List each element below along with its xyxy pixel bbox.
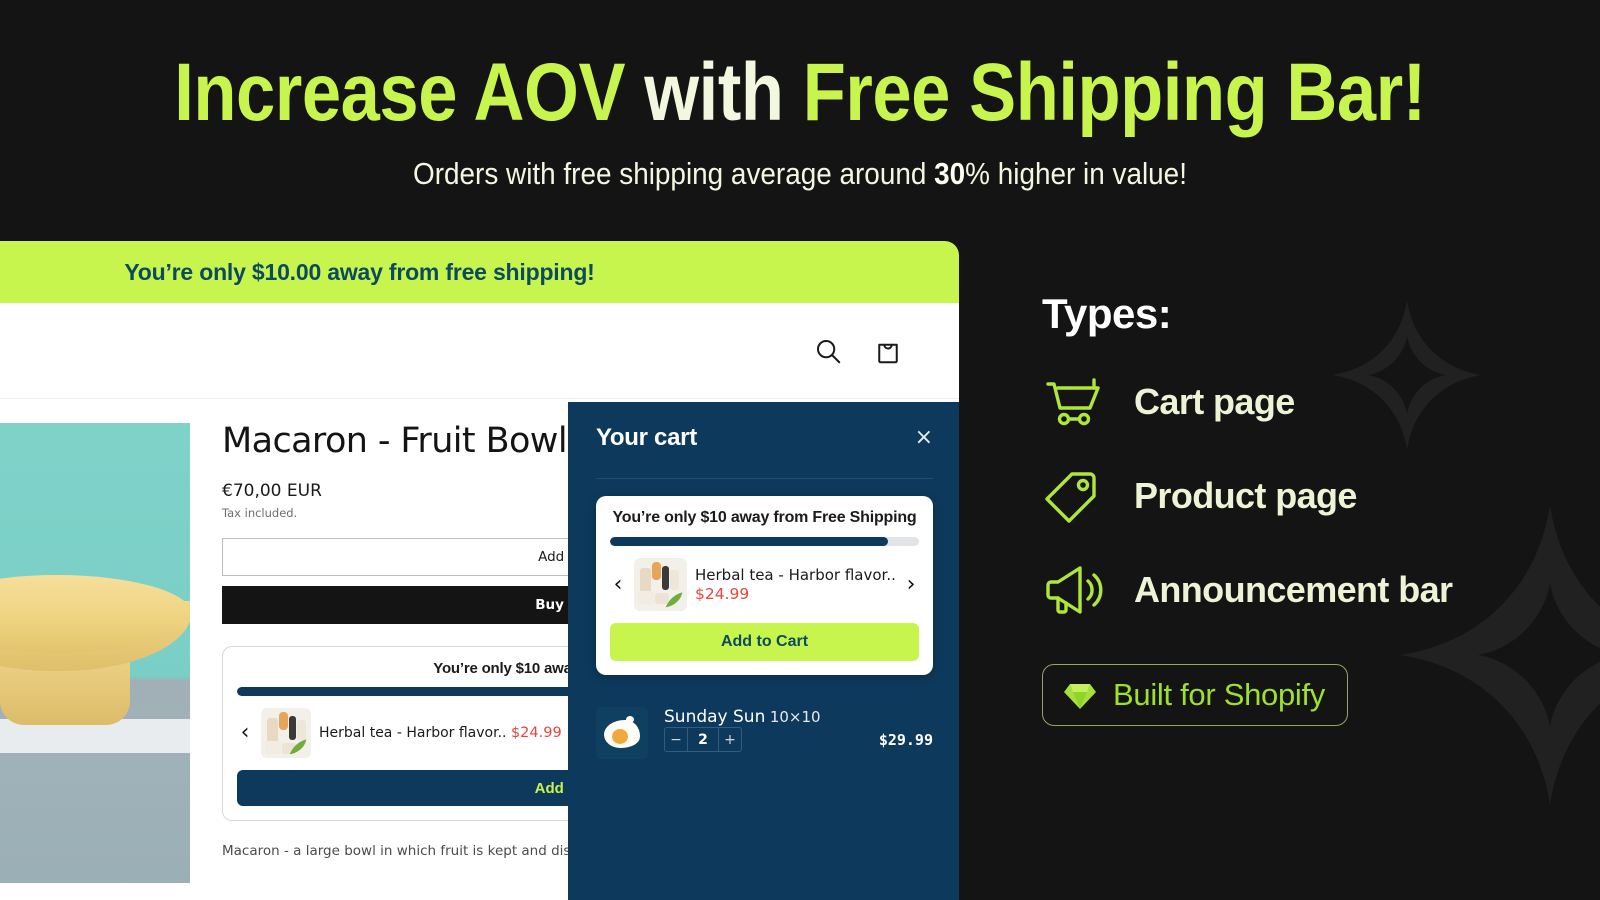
- announcement-bar[interactable]: You’re only $10.00 away from free shippi…: [0, 241, 959, 303]
- subtitle-highlight: 30: [934, 156, 966, 191]
- cart-shipping-widget: You’re only $10 away from Free Shipping …: [596, 496, 933, 675]
- type-item-product-page: Product page: [1042, 468, 1582, 524]
- headline-part-2: with: [644, 47, 803, 138]
- price-tag-icon: [1042, 468, 1106, 524]
- cart-carousel-next-icon[interactable]: ›: [903, 573, 919, 596]
- type-item-cart-page: Cart page: [1042, 374, 1582, 430]
- divider: [596, 478, 933, 479]
- leaf-icon: [665, 592, 683, 608]
- quantity-value[interactable]: 2: [687, 728, 719, 751]
- product-image-pedestal: [0, 753, 190, 883]
- cart-upsell-name: Herbal tea - Harbor flavor..: [695, 565, 896, 584]
- leaf-icon: [289, 739, 307, 755]
- subtitle-prefix: Orders with free shipping average around: [413, 156, 935, 191]
- shopping-bag-icon[interactable]: [873, 336, 903, 366]
- cart-item-thumbnail: [596, 707, 648, 759]
- cart-drawer: Your cart × You’re only $10 away from Fr…: [568, 402, 959, 900]
- announcement-bar-text: You’re only $10.00 away from free shippi…: [124, 258, 595, 285]
- headline-part-1: Increase AOV: [174, 47, 645, 138]
- built-for-shopify-badge[interactable]: Built for Shopify: [1042, 664, 1349, 726]
- cart-progress-fill: [610, 537, 889, 546]
- quantity-increment-button[interactable]: +: [719, 728, 741, 751]
- store-header: [0, 303, 959, 399]
- built-for-shopify-label: Built for Shopify: [1113, 677, 1326, 712]
- search-icon[interactable]: [813, 336, 843, 366]
- close-icon[interactable]: ×: [915, 427, 933, 449]
- shopify-gem-icon: [1063, 678, 1097, 712]
- type-label-announcement-bar: Announcement bar: [1134, 569, 1453, 610]
- cart-upsell-thumbnail: [634, 558, 687, 611]
- cart-upsell-meta: Herbal tea - Harbor flavor.. $24.99: [695, 565, 896, 604]
- cart-item-details: Sunday Sun 10×10 − 2 + $29.99: [664, 707, 933, 752]
- type-label-cart-page: Cart page: [1134, 381, 1295, 422]
- upsell-product-thumbnail: [261, 708, 311, 758]
- carousel-prev-icon[interactable]: ‹: [237, 722, 253, 744]
- quantity-stepper[interactable]: − 2 +: [664, 727, 742, 752]
- cart-item-name: Sunday Sun: [664, 707, 766, 727]
- page-subtitle: Orders with free shipping average around…: [80, 156, 1520, 192]
- cart-drawer-header: Your cart ×: [596, 424, 933, 452]
- megaphone-icon: [1042, 562, 1106, 618]
- cart-widget-add-to-cart-button[interactable]: Add to Cart: [610, 623, 919, 661]
- cart-item-variant: 10×10: [769, 708, 821, 726]
- cart-upsell-price: $24.99: [695, 584, 750, 603]
- product-media: [0, 399, 190, 900]
- type-label-product-page: Product page: [1134, 475, 1357, 516]
- upsell-product-price: $24.99: [510, 725, 562, 741]
- cart-widget-headline: You’re only $10 away from Free Shipping: [612, 509, 917, 526]
- cart-carousel-prev-icon[interactable]: ‹: [610, 573, 626, 596]
- types-heading: Types:: [1042, 290, 1172, 337]
- headline-part-3: Free Shipping Bar!: [802, 47, 1427, 138]
- cart-line-item: Sunday Sun 10×10 − 2 + $29.99: [596, 707, 933, 759]
- shopping-cart-icon: [1042, 374, 1106, 430]
- subtitle-suffix: % higher in value!: [965, 156, 1187, 191]
- types-panel: Types: Cart page Product page Announceme…: [1042, 290, 1582, 726]
- cart-progress-track: [610, 537, 919, 546]
- cart-item-controls: − 2 + $29.99: [664, 727, 933, 752]
- upsell-product-name: Herbal tea - Harbor flavor..: [319, 725, 507, 741]
- quantity-decrement-button[interactable]: −: [665, 728, 687, 751]
- page-title: Increase AOV with Free Shipping Bar!: [112, 46, 1488, 140]
- cart-drawer-title: Your cart: [596, 424, 697, 451]
- product-image: [0, 423, 190, 883]
- type-item-announcement-bar: Announcement bar: [1042, 562, 1582, 618]
- cart-widget-carousel: ‹ Herbal tea - Harbor flavor.. $24.99 ›: [610, 558, 919, 611]
- hero-section: Increase AOV with Free Shipping Bar! Ord…: [0, 0, 1600, 236]
- cart-item-price: $29.99: [878, 730, 933, 749]
